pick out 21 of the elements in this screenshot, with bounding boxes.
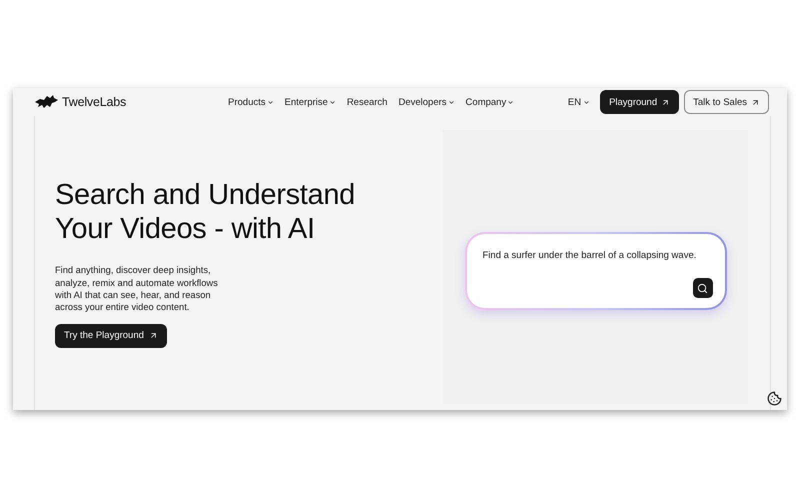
- language-selector[interactable]: EN: [568, 96, 590, 108]
- search-button[interactable]: [692, 278, 712, 298]
- hero-title: Search and Understand Your Videos - with AI: [55, 178, 356, 246]
- logo-icon: [33, 94, 59, 110]
- nav-link[interactable]: Developers: [398, 96, 455, 108]
- search-field[interactable]: Find a surfer under the barrel of a collapsing wave.: [482, 250, 712, 261]
- hero-description: Find anything, discover deep insights, analyze, remix and automate workflows with AI that can see, hear, and reason across your entire video content.: [55, 264, 219, 314]
- playground-button[interactable]: Try the Playground: [55, 324, 167, 348]
- nav-link[interactable]: Company: [466, 96, 514, 108]
- cookie-icon[interactable]: [767, 391, 782, 406]
- arrow-up-right-icon: [148, 331, 158, 340]
- playground-button[interactable]: Playground: [600, 90, 680, 114]
- nav-link[interactable]: Products: [228, 96, 274, 108]
- brand-name[interactable]: TwelveLabs: [62, 95, 126, 109]
- sales-button[interactable]: Talk to Sales: [684, 90, 769, 114]
- search-icon: [697, 282, 708, 294]
- chevron-down-icon: [583, 98, 590, 106]
- nav-link[interactable]: Enterprise: [284, 96, 336, 108]
- arrow-up-right-icon: [751, 98, 760, 106]
- arrow-up-right-icon: [661, 98, 670, 106]
- nav-link[interactable]: Research: [346, 96, 388, 108]
